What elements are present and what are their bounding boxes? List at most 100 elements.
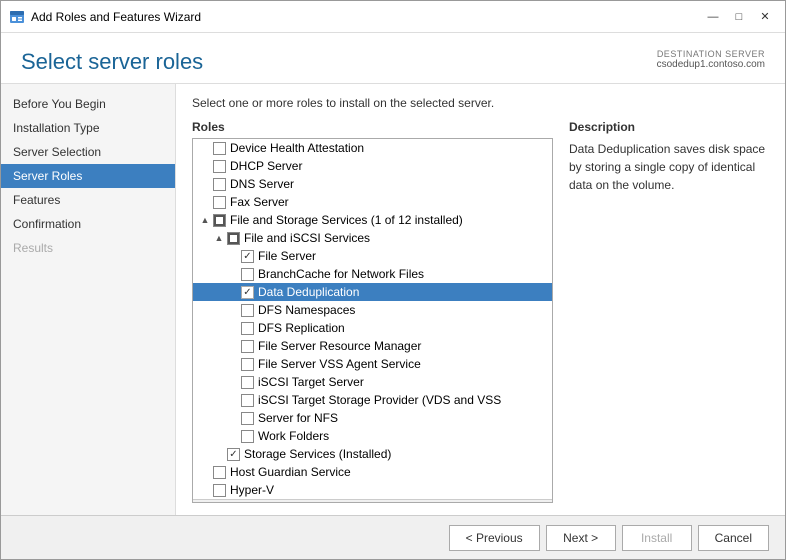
page-title: Select server roles <box>21 49 203 75</box>
list-item[interactable]: DHCP Server <box>193 157 552 175</box>
list-item[interactable]: Host Guardian Service <box>193 463 552 481</box>
expand-placeholder-icon <box>199 178 211 190</box>
checkbox-work-folders[interactable] <box>241 430 254 443</box>
checkbox-data-dedup[interactable] <box>241 286 254 299</box>
sidebar-item-server-roles[interactable]: Server Roles <box>1 164 175 188</box>
role-label: DHCP Server <box>230 159 302 173</box>
list-item[interactable]: Data Deduplication <box>193 283 552 301</box>
list-item[interactable]: DNS Server <box>193 175 552 193</box>
title-bar: Add Roles and Features Wizard — □ ✕ <box>1 1 785 33</box>
next-button[interactable]: Next > <box>546 525 616 551</box>
destination-server-info: DESTINATION SERVER csodedup1.contoso.com <box>657 49 765 70</box>
collapse-icon[interactable]: ▲ <box>199 214 211 226</box>
list-item[interactable]: BranchCache for Network Files <box>193 265 552 283</box>
role-label: Fax Server <box>230 195 289 209</box>
list-item[interactable]: Storage Services (Installed) <box>193 445 552 463</box>
checkbox-host-guardian[interactable] <box>213 466 226 479</box>
checkbox-dhcp[interactable] <box>213 160 226 173</box>
list-item[interactable]: File Server <box>193 247 552 265</box>
role-label: DNS Server <box>230 177 294 191</box>
expand-placeholder-icon <box>227 286 239 298</box>
checkbox-fsrm[interactable] <box>241 340 254 353</box>
maximize-button[interactable]: □ <box>727 7 751 27</box>
instruction-text: Select one or more roles to install on t… <box>192 96 769 110</box>
description-panel: Description Data Deduplication saves dis… <box>569 120 769 503</box>
collapse-icon[interactable]: ▲ <box>213 232 225 244</box>
cancel-button[interactable]: Cancel <box>698 525 769 551</box>
role-label: Device Health Attestation <box>230 141 364 155</box>
list-item[interactable]: Work Folders <box>193 427 552 445</box>
list-item[interactable]: Hyper-V <box>193 481 552 499</box>
list-item[interactable]: iSCSI Target Server <box>193 373 552 391</box>
expand-placeholder-icon <box>213 448 225 460</box>
list-item[interactable]: ▲ File and Storage Services (1 of 12 ins… <box>193 211 552 229</box>
checkbox-dfs-namespaces[interactable] <box>241 304 254 317</box>
checkbox-storage-services[interactable] <box>227 448 240 461</box>
expand-placeholder-icon <box>227 268 239 280</box>
role-label: Server for NFS <box>258 411 338 425</box>
scroll-right-arrow[interactable]: ▶ <box>537 501 550 503</box>
expand-placeholder-icon <box>227 376 239 388</box>
list-item[interactable]: DFS Replication <box>193 319 552 337</box>
sidebar-item-server-selection[interactable]: Server Selection <box>1 140 175 164</box>
sidebar-item-before-you-begin[interactable]: Before You Begin <box>1 92 175 116</box>
role-label: File Server VSS Agent Service <box>258 357 421 371</box>
role-label: File Server Resource Manager <box>258 339 421 353</box>
role-label: File Server <box>258 249 316 263</box>
main-layout: Before You Begin Installation Type Serve… <box>1 84 785 515</box>
roles-list-inner: Device Health Attestation DHCP Server <box>193 139 552 499</box>
horizontal-scrollbar[interactable]: ◀ ▶ <box>193 499 552 503</box>
checkbox-iscsi-storage-provider[interactable] <box>241 394 254 407</box>
footer: < Previous Next > Install Cancel <box>1 515 785 559</box>
roles-list[interactable]: Device Health Attestation DHCP Server <box>192 138 553 503</box>
scroll-thumb[interactable] <box>218 502 338 504</box>
description-text: Data Deduplication saves disk space by s… <box>569 140 769 194</box>
list-item[interactable]: ▲ File and iSCSI Services <box>193 229 552 247</box>
list-item[interactable]: Device Health Attestation <box>193 139 552 157</box>
roles-panel: Roles Device Health Attestation <box>192 120 553 503</box>
checkbox-fax[interactable] <box>213 196 226 209</box>
previous-button[interactable]: < Previous <box>449 525 540 551</box>
role-label: File and Storage Services (1 of 12 insta… <box>230 213 463 227</box>
checkbox-file-storage[interactable] <box>213 214 226 227</box>
checkbox-dns[interactable] <box>213 178 226 191</box>
expand-placeholder-icon <box>227 430 239 442</box>
list-item[interactable]: iSCSI Target Storage Provider (VDS and V… <box>193 391 552 409</box>
sidebar-item-confirmation[interactable]: Confirmation <box>1 212 175 236</box>
expand-placeholder-icon <box>227 394 239 406</box>
checkbox-hyper-v[interactable] <box>213 484 226 497</box>
expand-placeholder-icon <box>227 304 239 316</box>
role-label: BranchCache for Network Files <box>258 267 424 281</box>
wizard-icon <box>9 9 25 25</box>
expand-placeholder-icon <box>227 250 239 262</box>
list-item[interactable]: Server for NFS <box>193 409 552 427</box>
sidebar-item-features[interactable]: Features <box>1 188 175 212</box>
checkbox-branchcache[interactable] <box>241 268 254 281</box>
scroll-left-arrow[interactable]: ◀ <box>195 501 208 503</box>
checkbox-device-health[interactable] <box>213 142 226 155</box>
expand-placeholder-icon <box>227 412 239 424</box>
list-item[interactable]: Fax Server <box>193 193 552 211</box>
role-label: Storage Services (Installed) <box>244 447 391 461</box>
checkbox-dfs-replication[interactable] <box>241 322 254 335</box>
list-item[interactable]: File Server VSS Agent Service <box>193 355 552 373</box>
list-item[interactable]: File Server Resource Manager <box>193 337 552 355</box>
main-content: Select one or more roles to install on t… <box>176 84 785 515</box>
checkbox-iscsi-target-server[interactable] <box>241 376 254 389</box>
checkbox-vss-agent[interactable] <box>241 358 254 371</box>
checkbox-server-nfs[interactable] <box>241 412 254 425</box>
sidebar-item-installation-type[interactable]: Installation Type <box>1 116 175 140</box>
checkbox-file-server[interactable] <box>241 250 254 263</box>
expand-placeholder-icon <box>199 466 211 478</box>
role-label: DFS Replication <box>258 321 345 335</box>
expand-placeholder-icon <box>199 196 211 208</box>
wizard-window: Add Roles and Features Wizard — □ ✕ Sele… <box>0 0 786 560</box>
expand-placeholder-icon <box>199 484 211 496</box>
page-header: Select server roles DESTINATION SERVER c… <box>1 33 785 84</box>
list-item[interactable]: DFS Namespaces <box>193 301 552 319</box>
expand-placeholder-icon <box>227 358 239 370</box>
two-column-layout: Roles Device Health Attestation <box>192 120 769 503</box>
close-button[interactable]: ✕ <box>753 7 777 27</box>
minimize-button[interactable]: — <box>701 7 725 27</box>
checkbox-file-iscsi[interactable] <box>227 232 240 245</box>
